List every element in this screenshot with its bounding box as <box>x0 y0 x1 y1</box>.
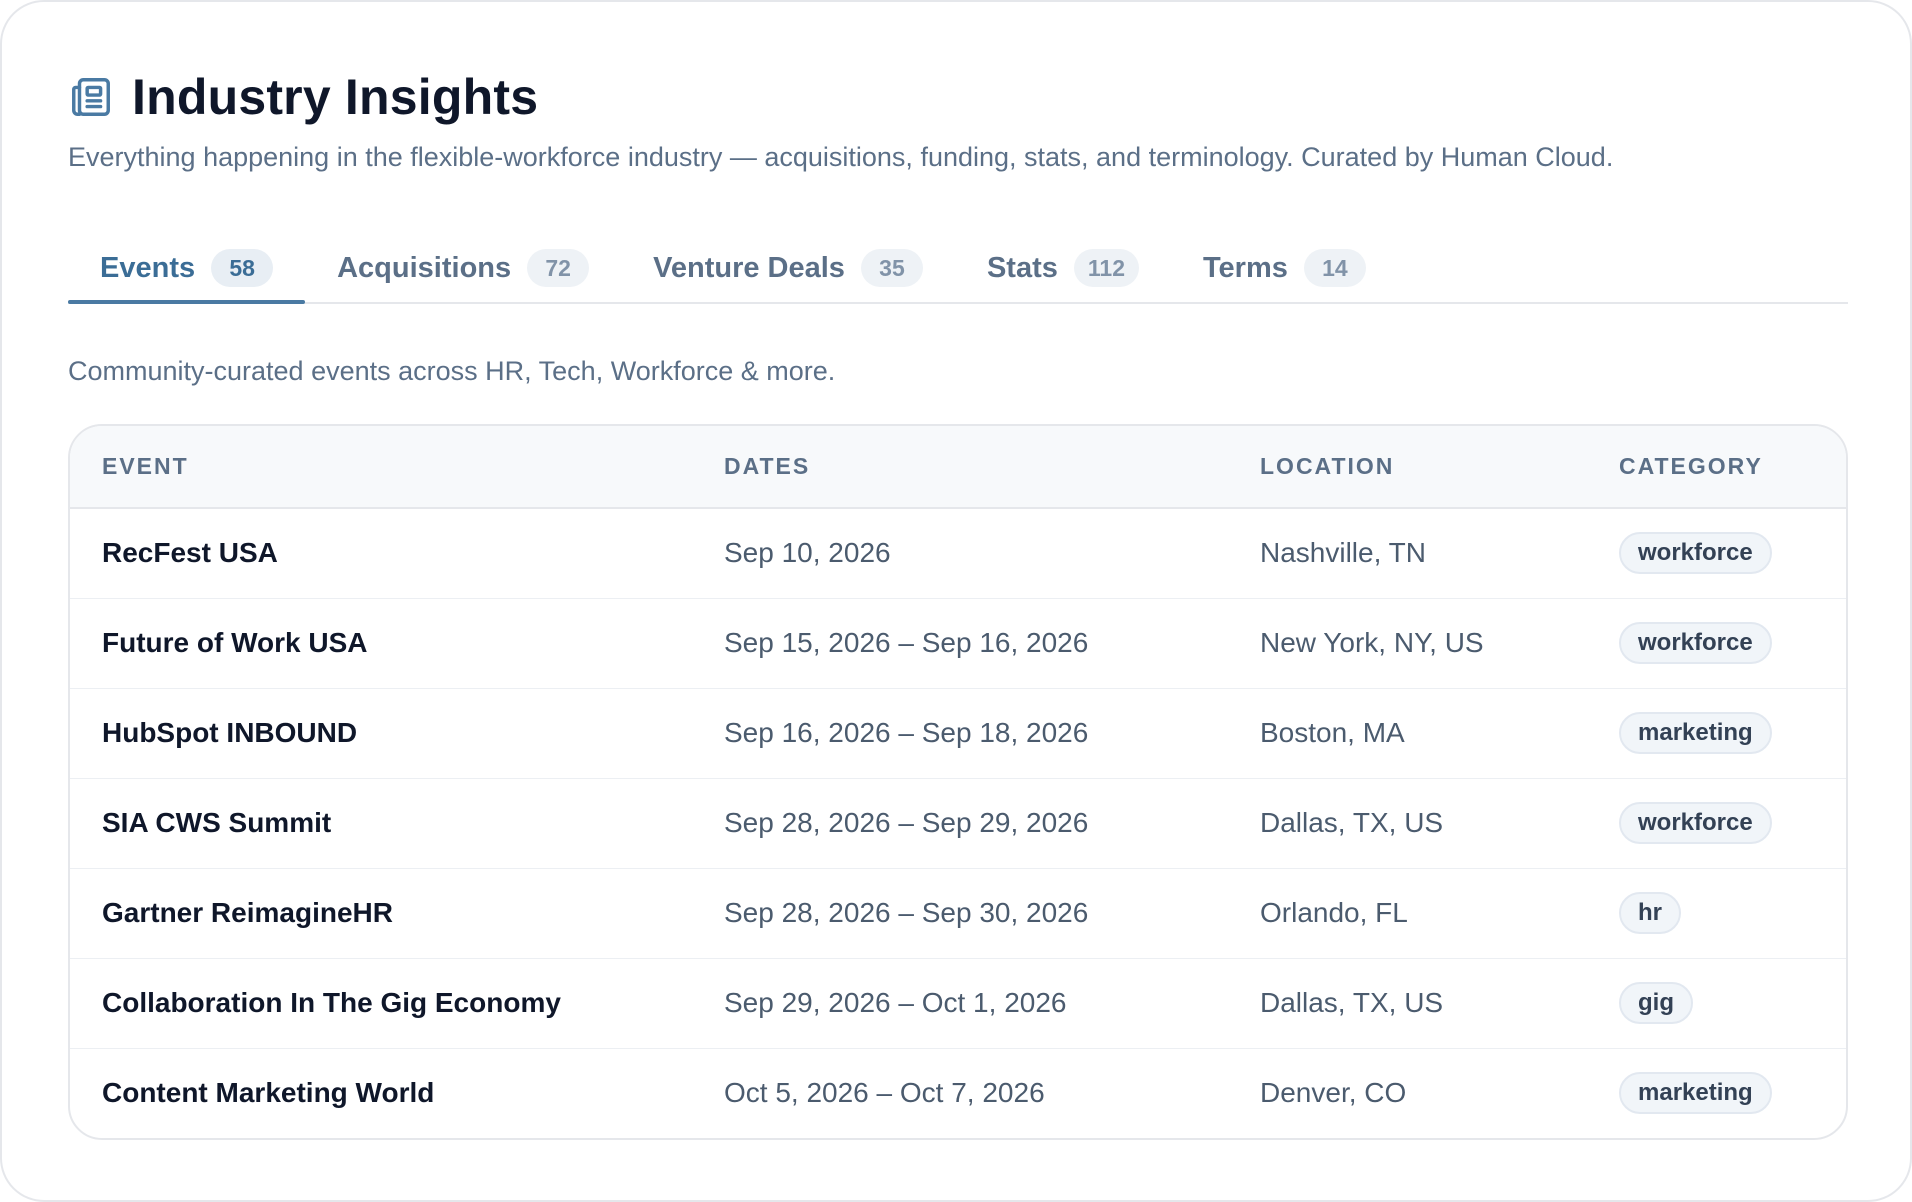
table-row[interactable]: HubSpot INBOUND Sep 16, 2026 – Sep 18, 2… <box>70 687 1846 778</box>
tab-label: Stats <box>986 251 1058 284</box>
section-description: Community-curated events across HR, Tech… <box>68 356 836 386</box>
event-name: SIA CWS Summit <box>70 777 724 868</box>
event-category-cell: marketing <box>1619 1047 1846 1138</box>
event-category-cell: workforce <box>1619 777 1846 868</box>
tab-count-badge: 58 <box>211 249 274 287</box>
event-name: Collaboration In The Gig Economy <box>70 957 724 1048</box>
tab-events[interactable]: Events 58 <box>68 234 306 304</box>
tab-count-badge: 14 <box>1303 249 1366 287</box>
table-row[interactable]: RecFest USA Sep 10, 2026 Nashville, TN w… <box>70 508 1846 598</box>
tab-label: Acquisitions <box>337 251 512 284</box>
table-row[interactable]: Gartner ReimagineHR Sep 28, 2026 – Sep 3… <box>70 867 1846 958</box>
category-badge: workforce <box>1619 532 1772 575</box>
tab-count-badge: 35 <box>860 249 923 287</box>
tab-label: Terms <box>1202 251 1288 284</box>
insights-card: Industry Insights Everything happening i… <box>0 0 1912 1202</box>
event-dates: Sep 16, 2026 – Sep 18, 2026 <box>724 687 1260 778</box>
column-header-event[interactable]: EVENT <box>70 426 724 509</box>
event-dates: Sep 28, 2026 – Sep 30, 2026 <box>724 867 1260 958</box>
category-badge: workforce <box>1619 802 1772 844</box>
category-badge: workforce <box>1619 622 1772 664</box>
event-category-cell: gig <box>1619 957 1846 1048</box>
tab-label: Venture Deals <box>653 251 845 284</box>
event-name: Gartner ReimagineHR <box>70 867 724 958</box>
table-row[interactable]: SIA CWS Summit Sep 28, 2026 – Sep 29, 20… <box>70 777 1846 868</box>
event-dates: Sep 29, 2026 – Oct 1, 2026 <box>724 957 1260 1048</box>
event-dates: Sep 10, 2026 <box>724 537 891 569</box>
event-category-cell: workforce <box>1619 508 1846 598</box>
event-location: Dallas, TX, US <box>1260 957 1619 1048</box>
category-badge: hr <box>1619 892 1681 934</box>
page-subtitle: Everything happening in the flexible-wor… <box>68 142 1614 172</box>
table-row[interactable]: Content Marketing World Oct 5, 2026 – Oc… <box>70 1047 1846 1138</box>
event-location: Boston, MA <box>1260 687 1619 778</box>
table-row[interactable]: Future of Work USA Sep 15, 2026 – Sep 16… <box>70 597 1846 688</box>
tab-terms[interactable]: Terms 14 <box>1171 234 1398 302</box>
tab-venture-deals[interactable]: Venture Deals 35 <box>621 234 955 302</box>
tab-bar: Events 58 Acquisitions 72 Venture Deals … <box>68 234 1848 304</box>
column-header-location[interactable]: LOCATION <box>1260 426 1619 509</box>
event-category-cell: marketing <box>1619 687 1846 778</box>
event-location: Denver, CO <box>1260 1047 1619 1138</box>
event-name: HubSpot INBOUND <box>70 687 724 778</box>
category-badge: gig <box>1619 982 1693 1024</box>
column-header-category[interactable]: CATEGORY <box>1619 426 1846 509</box>
category-badge: marketing <box>1619 712 1772 754</box>
events-table: EVENT DATES LOCATION CATEGORY RecFest US… <box>68 424 1848 1140</box>
page-header: Industry Insights <box>68 68 538 126</box>
tab-stats[interactable]: Stats 112 <box>955 234 1171 302</box>
event-name: Future of Work USA <box>70 597 724 688</box>
event-location: Nashville, TN <box>1260 537 1426 569</box>
table-header-row: EVENT DATES LOCATION CATEGORY <box>70 426 1846 509</box>
event-name: RecFest USA <box>102 537 278 569</box>
category-badge: marketing <box>1619 1072 1772 1115</box>
event-location: Dallas, TX, US <box>1260 777 1619 868</box>
event-dates: Sep 28, 2026 – Sep 29, 2026 <box>724 777 1260 868</box>
newspaper-icon <box>68 74 114 120</box>
event-category-cell: workforce <box>1619 597 1846 688</box>
table-row[interactable]: Collaboration In The Gig Economy Sep 29,… <box>70 957 1846 1048</box>
event-dates: Oct 5, 2026 – Oct 7, 2026 <box>724 1047 1260 1138</box>
event-location: Orlando, FL <box>1260 867 1619 958</box>
event-location: New York, NY, US <box>1260 597 1619 688</box>
tab-label: Events <box>100 251 196 284</box>
event-category-cell: hr <box>1619 867 1846 958</box>
event-dates: Sep 15, 2026 – Sep 16, 2026 <box>724 597 1260 688</box>
tab-count-badge: 72 <box>527 249 590 287</box>
tab-acquisitions[interactable]: Acquisitions 72 <box>305 234 621 302</box>
page-title: Industry Insights <box>132 69 539 125</box>
tab-count-badge: 112 <box>1073 249 1139 287</box>
event-name: Content Marketing World <box>70 1047 724 1138</box>
column-header-dates[interactable]: DATES <box>724 426 1260 509</box>
